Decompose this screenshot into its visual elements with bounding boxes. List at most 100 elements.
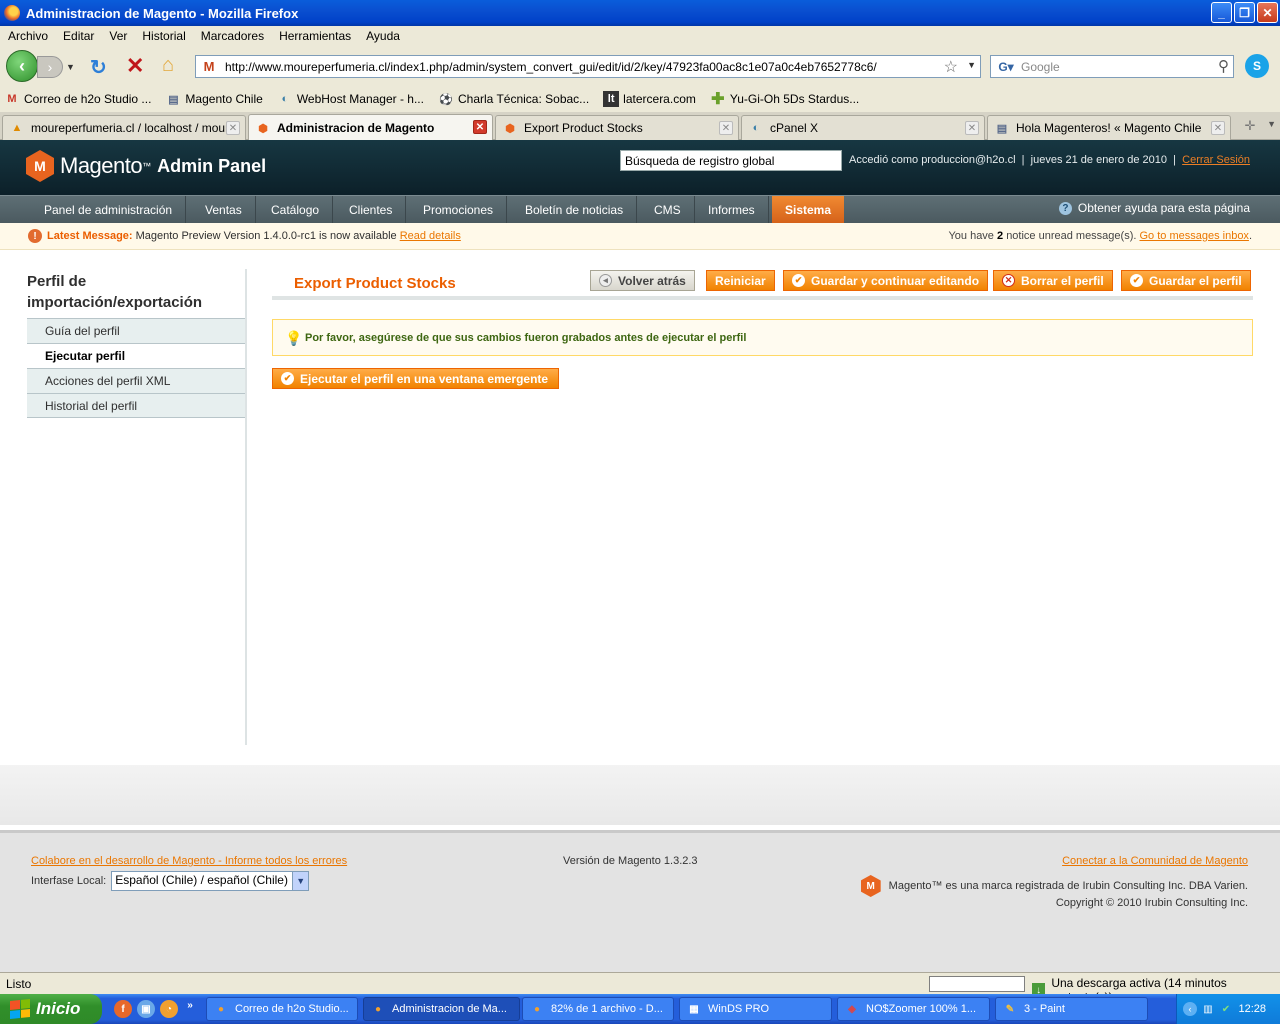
reload-icon[interactable]: ↻	[90, 55, 107, 80]
sidebar-item-run-profile[interactable]: Ejecutar perfil	[27, 343, 247, 368]
app-quicklaunch-icon[interactable]: ◔	[160, 1000, 178, 1018]
network-icon[interactable]: ▥	[1201, 1002, 1215, 1016]
sidebar-item-xml-actions[interactable]: Acciones del perfil XML	[27, 368, 247, 393]
menu-herramientas[interactable]: Herramientas	[279, 29, 351, 43]
url-dropdown-icon[interactable]: ▼	[967, 60, 976, 70]
site-favicon-icon: M	[203, 58, 215, 74]
taskbar-item[interactable]: ✎ 3 - Paint	[995, 997, 1148, 1021]
taskbar-item[interactable]: ● 82% de 1 archivo - D...	[522, 997, 674, 1021]
tab-strip: ▲ moureperfumeria.cl / localhost / mour.…	[0, 112, 1280, 141]
locale-switcher: Interfase Local: Español (Chile) / españ…	[31, 871, 310, 891]
check-icon: ✔	[1130, 274, 1143, 287]
start-button[interactable]: Inicio	[0, 994, 102, 1024]
bookmark-item[interactable]: ◐ WebHost Manager - h...	[277, 91, 424, 107]
bookmark-item[interactable]: ✚ Yu-Gi-Oh 5Ds Stardus...	[710, 91, 859, 108]
url-bar[interactable]: M http://www.moureperfumeria.cl/index1.p…	[195, 55, 981, 78]
report-bugs-link[interactable]: Colabore en el desarrollo de Magento - I…	[31, 855, 347, 867]
nav-catalog[interactable]: Catálogo	[258, 196, 334, 223]
bookmark-item[interactable]: lt latercera.com	[603, 91, 696, 107]
footer-band	[0, 765, 1280, 825]
quicklaunch-more-icon[interactable]: »	[184, 996, 196, 1014]
system-tray: ‹ ▥ ✔ 12:28	[1176, 994, 1280, 1024]
browser-tab-active[interactable]: ⬢ Administracion de Magento ✕	[248, 114, 493, 141]
search-icon[interactable]: ⚲	[1218, 57, 1229, 75]
tab-close-icon[interactable]: ✕	[473, 120, 487, 134]
magento-logo[interactable]: M Magento ™ Admin Panel	[26, 150, 266, 182]
help-link[interactable]: ? Obtener ayuda para esta página	[1058, 201, 1250, 215]
save-continue-button[interactable]: ✔ Guardar y continuar editando	[783, 270, 989, 291]
read-details-link[interactable]: Read details	[400, 230, 461, 242]
save-profile-button[interactable]: ✔ Guardar el perfil	[1121, 270, 1251, 291]
sidebar-item-profile-history[interactable]: Historial del perfil	[27, 393, 247, 418]
menu-historial[interactable]: Historial	[142, 29, 185, 43]
run-profile-popup-button[interactable]: ✔ Ejecutar el perfil en una ventana emerg…	[272, 368, 560, 389]
nav-cms[interactable]: CMS	[641, 196, 695, 223]
home-icon[interactable]: ⌂	[162, 54, 174, 77]
clock[interactable]: 12:28	[1238, 1003, 1266, 1015]
url-text: http://www.moureperfumeria.cl/index1.php…	[225, 59, 877, 74]
firefox-icon: ●	[374, 1003, 382, 1015]
tab-list-icon[interactable]: ▼	[1267, 119, 1276, 129]
status-bar: Listo ↓ Una descarga activa (14 minutos …	[0, 972, 1280, 1004]
locale-select[interactable]: Español (Chile) / español (Chile) ▼	[111, 871, 310, 891]
desktop-quicklaunch-icon[interactable]: ▣	[137, 1000, 155, 1018]
tab-close-icon[interactable]: ✕	[226, 121, 240, 135]
latercera-icon: lt	[603, 91, 620, 107]
locale-label: Interfase Local:	[31, 875, 107, 887]
menu-editar[interactable]: Editar	[63, 29, 94, 43]
bookmark-item[interactable]: M Correo de h2o Studio ...	[4, 91, 151, 107]
close-button[interactable]: ✕	[1257, 2, 1278, 23]
menu-ayuda[interactable]: Ayuda	[366, 29, 400, 43]
browser-tab[interactable]: ▲ moureperfumeria.cl / localhost / mour.…	[2, 115, 246, 140]
menu-marcadores[interactable]: Marcadores	[201, 29, 264, 43]
firefox-quicklaunch-icon[interactable]: f	[114, 1000, 132, 1018]
tab-close-icon[interactable]: ✕	[965, 121, 979, 135]
bookmark-item[interactable]: ▤ Magento Chile	[165, 91, 263, 107]
nav-promotions[interactable]: Promociones	[410, 196, 508, 223]
bookmark-star-icon[interactable]: ☆	[944, 57, 958, 77]
delete-profile-button[interactable]: ✕ Borrar el perfil	[993, 270, 1113, 291]
global-search-input[interactable]: Búsqueda de registro global	[620, 150, 842, 171]
reset-button[interactable]: Reiniciar	[706, 270, 775, 291]
nav-dashboard[interactable]: Panel de administración	[31, 196, 187, 223]
nav-newsletter[interactable]: Boletín de noticias	[512, 196, 638, 223]
taskbar-item[interactable]: ● Correo de h2o Studio...	[206, 997, 358, 1021]
forward-button[interactable]: ›	[37, 56, 63, 78]
menu-ver[interactable]: Ver	[109, 29, 127, 43]
bookmarks-toolbar: M Correo de h2o Studio ... ▤ Magento Chile…	[0, 86, 1280, 112]
taskbar-item[interactable]: ▦ WinDS PRO	[679, 997, 832, 1021]
back-button-magento[interactable]: ◂ Volver atrás	[590, 270, 695, 291]
menu-archivo[interactable]: Archivo	[8, 29, 48, 43]
maximize-button[interactable]: ❐	[1234, 2, 1255, 23]
browser-tab[interactable]: ▤ Hola Magenteros! « Magento Chile ✕	[987, 115, 1231, 140]
browser-tab[interactable]: ◐ cPanel X ✕	[741, 115, 985, 140]
community-link[interactable]: Conectar a la Comunidad de Magento	[1062, 855, 1248, 867]
nav-system[interactable]: Sistema	[772, 196, 845, 223]
alert-icon: !	[28, 229, 42, 243]
taskbar-item-active[interactable]: ● Administracion de Ma...	[363, 997, 520, 1021]
security-check-icon[interactable]: ✔	[1219, 1002, 1233, 1016]
lightbulb-icon: 💡	[285, 329, 303, 346]
skype-icon[interactable]: S	[1245, 54, 1269, 78]
tray-expand-icon[interactable]: ‹	[1183, 1002, 1197, 1016]
new-tab-icon[interactable]: ✛	[1242, 118, 1258, 134]
minimize-button[interactable]: _	[1211, 2, 1232, 23]
nav-reports[interactable]: Informes	[695, 196, 769, 223]
page-title: Export Product Stocks	[294, 275, 456, 292]
search-box[interactable]: G▾ Google ⚲	[990, 55, 1234, 78]
back-button[interactable]: ‹	[6, 50, 38, 82]
history-dropdown-icon[interactable]: ▼	[66, 62, 75, 72]
bookmark-item[interactable]: ⚽ Charla Técnica: Sobac...	[438, 91, 589, 107]
nav-customers[interactable]: Clientes	[336, 196, 407, 223]
tab-close-icon[interactable]: ✕	[1211, 121, 1225, 135]
taskbar-item[interactable]: ◈ NO$Zoomer 100% 1...	[837, 997, 990, 1021]
logout-link[interactable]: Cerrar Sesión	[1182, 154, 1250, 166]
tab-close-icon[interactable]: ✕	[719, 121, 733, 135]
google-icon[interactable]: G▾	[991, 60, 1021, 74]
title-divider	[272, 296, 1253, 300]
browser-tab[interactable]: ⬢ Export Product Stocks ✕	[495, 115, 739, 140]
sidebar-item-profile-wizard[interactable]: Guía del perfil	[27, 318, 247, 343]
nav-sales[interactable]: Ventas	[192, 196, 256, 223]
stop-icon[interactable]: ✕	[126, 53, 144, 79]
messages-inbox-link[interactable]: Go to messages inbox	[1139, 230, 1248, 242]
